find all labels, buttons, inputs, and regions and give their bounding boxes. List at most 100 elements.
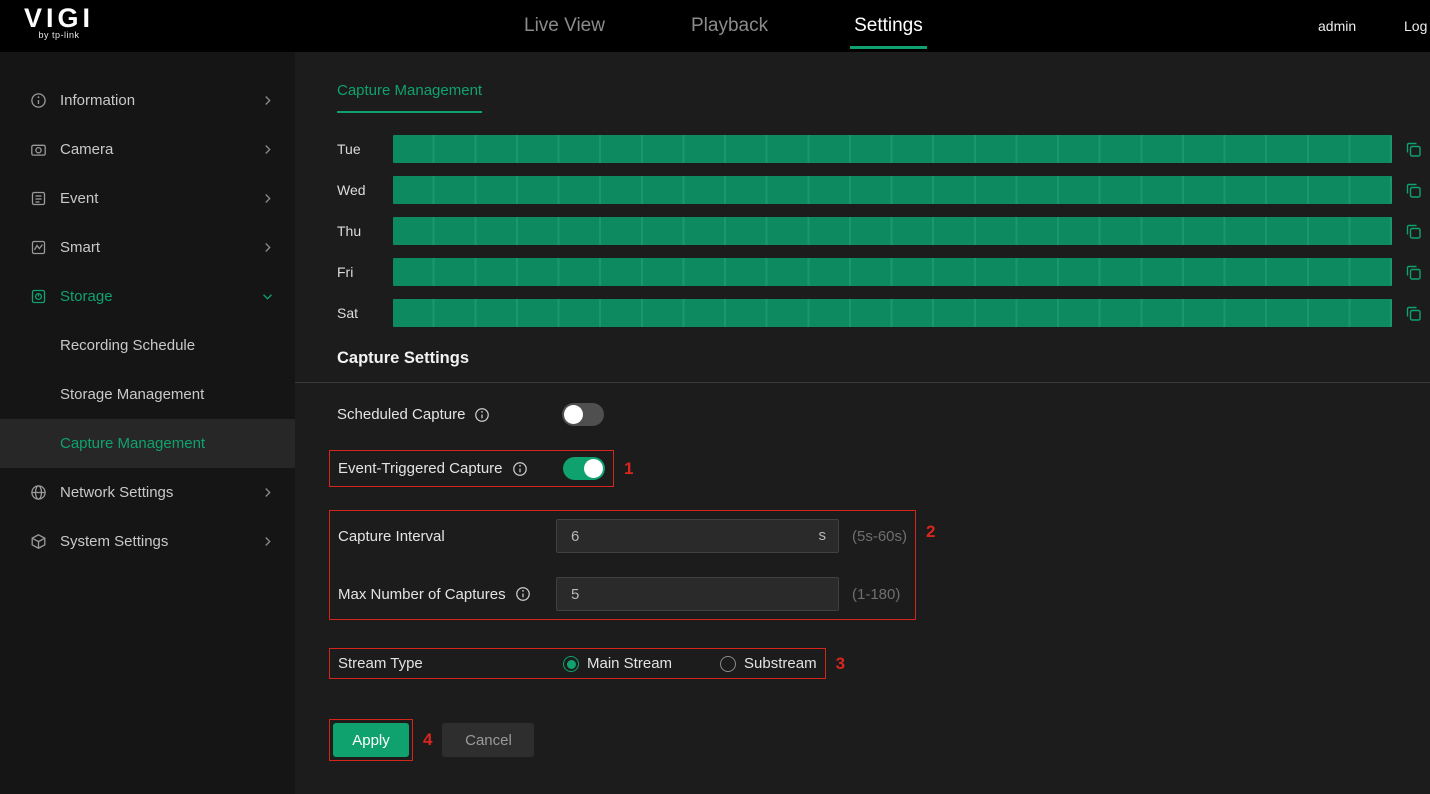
scheduled-capture-row: Scheduled Capture bbox=[337, 403, 1430, 426]
radio-label: Substream bbox=[744, 655, 817, 672]
sidebar-item-label: Information bbox=[60, 92, 260, 109]
capture-inputs-group: Capture Interval s (5s-60s) Max Number o… bbox=[337, 510, 1430, 620]
chevron-right-icon bbox=[260, 191, 275, 206]
sidebar-item-label: Smart bbox=[60, 239, 260, 256]
capture-interval-hint: (5s-60s) bbox=[852, 528, 907, 545]
chevron-right-icon bbox=[260, 534, 275, 549]
chevron-right-icon bbox=[260, 240, 275, 255]
copy-icon[interactable] bbox=[1405, 182, 1422, 199]
sidebar-item-smart[interactable]: Smart bbox=[0, 223, 295, 272]
annotation-box-3: Stream Type Main Stream Substream bbox=[329, 648, 826, 679]
copy-icon[interactable] bbox=[1405, 141, 1422, 158]
info-icon[interactable] bbox=[512, 461, 528, 477]
capture-schedule: Tue Wed Thu Fri bbox=[295, 135, 1430, 327]
sidebar-item-storage[interactable]: Storage bbox=[0, 272, 295, 321]
annotation-box-4: Apply bbox=[329, 719, 413, 761]
sidebar-subitem-storage-management[interactable]: Storage Management bbox=[0, 370, 295, 419]
event-icon bbox=[30, 190, 47, 207]
tab-capture-management[interactable]: Capture Management bbox=[337, 82, 482, 113]
radio-selected-icon[interactable] bbox=[563, 656, 579, 672]
annotation-number-1: 1 bbox=[624, 459, 633, 479]
schedule-row: Thu bbox=[337, 217, 1422, 245]
sidebar-subitem-label: Capture Management bbox=[60, 435, 205, 452]
sidebar-item-label: Storage bbox=[60, 288, 260, 305]
annotation-number-4: 4 bbox=[423, 730, 432, 750]
info-icon[interactable] bbox=[515, 586, 531, 602]
chevron-right-icon bbox=[260, 485, 275, 500]
schedule-bar-tue[interactable] bbox=[393, 135, 1392, 163]
nav-live-view[interactable]: Live View bbox=[524, 0, 605, 52]
schedule-day-label: Tue bbox=[337, 141, 393, 157]
main-content: Capture Management Tue Wed Thu bbox=[295, 52, 1430, 794]
sidebar-item-label: Camera bbox=[60, 141, 260, 158]
network-icon bbox=[30, 484, 47, 501]
main-nav: Live View Playback Settings bbox=[524, 0, 923, 52]
schedule-row: Wed bbox=[337, 176, 1422, 204]
sidebar-item-label: Event bbox=[60, 190, 260, 207]
schedule-day-label: Sat bbox=[337, 305, 393, 321]
sidebar-subitem-label: Recording Schedule bbox=[60, 337, 195, 354]
sidebar-item-event[interactable]: Event bbox=[0, 174, 295, 223]
annotation-number-2: 2 bbox=[926, 522, 935, 542]
schedule-day-label: Fri bbox=[337, 264, 393, 280]
sidebar: Information Camera Event bbox=[0, 52, 295, 794]
capture-interval-input[interactable] bbox=[556, 519, 839, 553]
radio-unselected-icon[interactable] bbox=[720, 656, 736, 672]
info-icon[interactable] bbox=[474, 407, 490, 423]
sidebar-item-information[interactable]: Information bbox=[0, 76, 295, 125]
max-captures-row: Max Number of Captures (1-180) bbox=[338, 577, 907, 611]
stream-type-row: Stream Type Main Stream Substream 3 bbox=[337, 648, 1430, 679]
schedule-row: Tue bbox=[337, 135, 1422, 163]
nav-playback[interactable]: Playback bbox=[691, 0, 768, 52]
max-captures-label: Max Number of Captures bbox=[338, 586, 506, 603]
chevron-right-icon bbox=[260, 142, 275, 157]
capture-interval-unit: s bbox=[819, 527, 827, 544]
top-bar: VIGI by tp-link Live View Playback Setti… bbox=[0, 0, 1430, 52]
apply-button[interactable]: Apply bbox=[333, 723, 409, 757]
radio-main-stream[interactable]: Main Stream bbox=[563, 655, 672, 672]
info-icon bbox=[30, 92, 47, 109]
capture-settings-form: Scheduled Capture Event-Triggered Captur… bbox=[337, 403, 1430, 761]
sidebar-item-camera[interactable]: Camera bbox=[0, 125, 295, 174]
radio-label: Main Stream bbox=[587, 655, 672, 672]
schedule-row: Sat bbox=[337, 299, 1422, 327]
chevron-down-icon bbox=[260, 289, 275, 304]
max-captures-input[interactable] bbox=[556, 577, 839, 611]
scheduled-capture-label: Scheduled Capture bbox=[337, 406, 465, 423]
capture-interval-row: Capture Interval s (5s-60s) bbox=[338, 519, 907, 553]
sidebar-subitem-recording-schedule[interactable]: Recording Schedule bbox=[0, 321, 295, 370]
annotation-box-2: Capture Interval s (5s-60s) Max Number o… bbox=[329, 510, 916, 620]
storage-icon bbox=[30, 288, 47, 305]
sidebar-item-label: Network Settings bbox=[60, 484, 260, 501]
camera-icon bbox=[30, 141, 47, 158]
system-icon bbox=[30, 533, 47, 550]
sidebar-item-network-settings[interactable]: Network Settings bbox=[0, 468, 295, 517]
stream-type-label: Stream Type bbox=[338, 655, 423, 672]
logo-text: VIGI bbox=[24, 3, 94, 33]
sidebar-item-system-settings[interactable]: System Settings bbox=[0, 517, 295, 566]
schedule-bar-wed[interactable] bbox=[393, 176, 1392, 204]
copy-icon[interactable] bbox=[1405, 264, 1422, 281]
smart-icon bbox=[30, 239, 47, 256]
scheduled-capture-toggle[interactable] bbox=[562, 403, 604, 426]
schedule-bar-thu[interactable] bbox=[393, 217, 1392, 245]
schedule-day-label: Wed bbox=[337, 182, 393, 198]
annotation-number-3: 3 bbox=[836, 654, 845, 674]
copy-icon[interactable] bbox=[1405, 305, 1422, 322]
section-title: Capture Settings bbox=[337, 349, 1430, 368]
schedule-bar-fri[interactable] bbox=[393, 258, 1392, 286]
schedule-bar-sat[interactable] bbox=[393, 299, 1392, 327]
username[interactable]: admin bbox=[1318, 18, 1356, 34]
copy-icon[interactable] bbox=[1405, 223, 1422, 240]
nav-settings[interactable]: Settings bbox=[854, 0, 923, 52]
annotation-box-1: Event-Triggered Capture bbox=[329, 450, 614, 487]
radio-substream[interactable]: Substream bbox=[720, 655, 817, 672]
event-triggered-toggle[interactable] bbox=[563, 457, 605, 480]
vigi-logo[interactable]: VIGI by tp-link bbox=[24, 3, 94, 40]
logout-link[interactable]: Log bbox=[1404, 18, 1427, 34]
section-divider bbox=[295, 382, 1430, 383]
cancel-button[interactable]: Cancel bbox=[442, 723, 534, 757]
sidebar-subitem-capture-management[interactable]: Capture Management bbox=[0, 419, 295, 468]
chevron-right-icon bbox=[260, 93, 275, 108]
event-triggered-row: Event-Triggered Capture 1 bbox=[337, 450, 1430, 487]
